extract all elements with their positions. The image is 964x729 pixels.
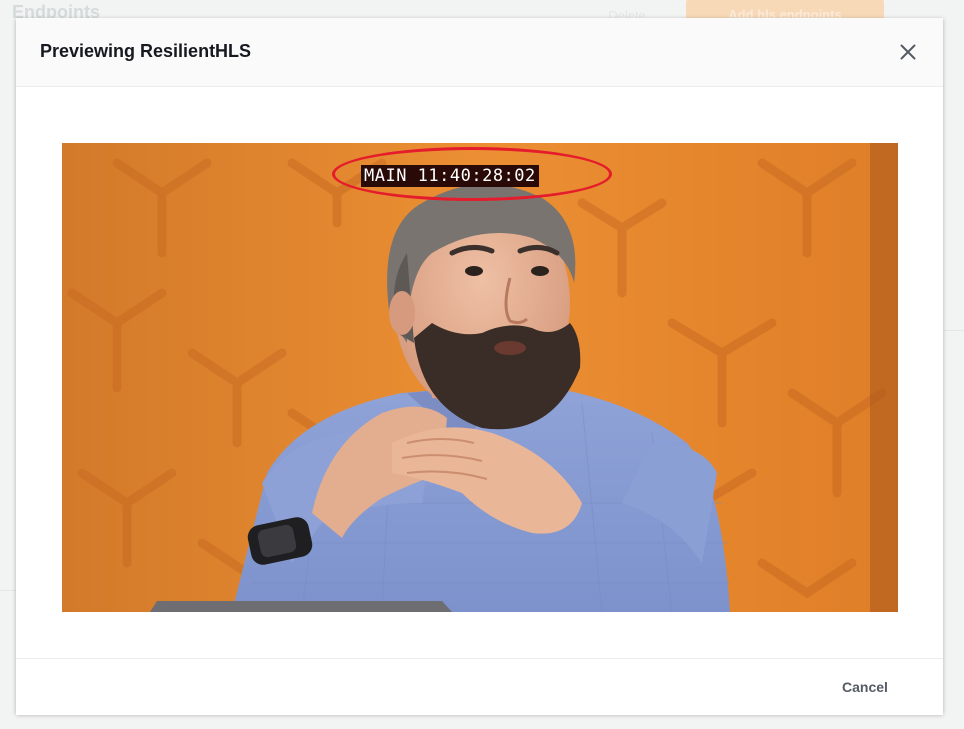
- video-player[interactable]: MAIN 11:40:28:02: [62, 143, 898, 612]
- close-icon: [900, 44, 916, 60]
- close-button[interactable]: [896, 40, 920, 64]
- video-frame: [62, 143, 898, 612]
- modal-header: Previewing ResilientHLS: [16, 18, 943, 87]
- timecode-overlay: MAIN 11:40:28:02: [361, 165, 539, 187]
- preview-modal: Previewing ResilientHLS MAIN 11:40:28:02…: [16, 18, 943, 715]
- cancel-button[interactable]: Cancel: [834, 677, 896, 697]
- modal-footer: Cancel: [16, 658, 943, 715]
- background-divider-right: [944, 330, 964, 331]
- modal-title: Previewing ResilientHLS: [40, 41, 252, 61]
- background-divider-left: [0, 590, 16, 591]
